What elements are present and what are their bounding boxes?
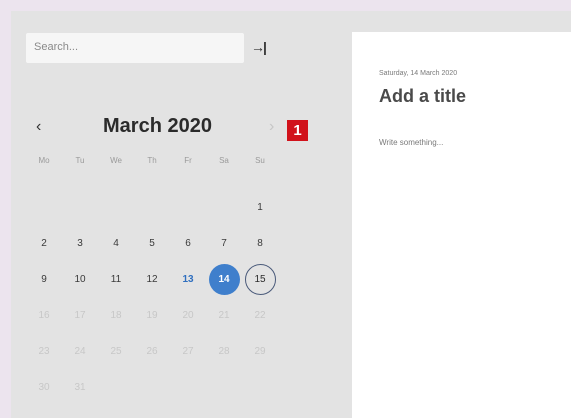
calendar-day-19[interactable]: 19 [134,297,170,333]
calendar-day-3[interactable]: 3 [62,225,98,261]
chevron-left-icon[interactable]: ‹ [36,118,41,136]
weekday-label: Tu [75,156,85,165]
calendar-empty-cell [170,189,206,225]
calendar-day-5[interactable]: 5 [134,225,170,261]
calendar-week-row: 23 24 25 26 27 28 29 [26,333,278,369]
calendar-day-14[interactable]: 14 [206,261,242,297]
month-navigation: ‹ March 2020 › [26,115,286,143]
calendar-empty-cell [134,189,170,225]
calendar-day-23[interactable]: 23 [26,333,62,369]
calendar-empty-cell [98,189,134,225]
calendar-day-7[interactable]: 7 [206,225,242,261]
calendar-day-24[interactable]: 24 [62,333,98,369]
note-body-input[interactable]: Write something... [379,138,443,147]
calendar-empty-cell [26,189,62,225]
weekday-header: Mo Tu We Th Fr Sa Su [26,156,278,165]
calendar-day-21[interactable]: 21 [206,297,242,333]
note-title-input[interactable]: Add a title [379,86,466,107]
weekday-label: Su [255,156,265,165]
calendar-day-13[interactable]: 13 [170,261,206,297]
weekday-label: Sa [219,156,229,165]
calendar-week-row: 1 [26,189,278,225]
weekday-label: Fr [184,156,192,165]
weekday-label: We [110,156,122,165]
calendar-day-18[interactable]: 18 [98,297,134,333]
calendar-empty-cell [134,369,170,405]
calendar-day-20[interactable]: 20 [170,297,206,333]
calendar-sidebar: Search... →| ‹ March 2020 › 1 Mo Tu We Th Fr… [11,11,352,418]
selected-day-marker: 14 [208,263,240,295]
calendar-day-29[interactable]: 29 [242,333,278,369]
outlined-day-marker: 15 [244,263,276,295]
calendar-day-8[interactable]: 8 [242,225,278,261]
calendar-day-2[interactable]: 2 [26,225,62,261]
month-title: March 2020 [103,115,212,137]
weekday-label: Th [147,156,157,165]
calendar-day-10[interactable]: 10 [62,261,98,297]
calendar-empty-cell [206,369,242,405]
calendar-day-25[interactable]: 25 [98,333,134,369]
calendar-day-12[interactable]: 12 [134,261,170,297]
calendar-day-27[interactable]: 27 [170,333,206,369]
calendar-day-15[interactable]: 15 [242,261,278,297]
annotation-badge: 1 [287,120,308,141]
calendar-week-row: 9 10 11 12 13 14 15 [26,261,278,297]
calendar-day-28[interactable]: 28 [206,333,242,369]
calendar-day-26[interactable]: 26 [134,333,170,369]
weekday-label: Mo [38,156,50,165]
chevron-right-icon[interactable]: › [269,118,274,136]
note-date: Saturday, 14 March 2020 [379,70,458,77]
calendar-grid: 1 2 3 4 5 6 7 8 9 10 11 12 13 14 15 16 17 18 19 20 21 22 23 24 2… [26,189,278,405]
calendar-empty-cell [62,189,98,225]
calendar-day-30[interactable]: 30 [26,369,62,405]
collapse-sidebar-icon[interactable]: →| [251,39,267,55]
calendar-day-16[interactable]: 16 [26,297,62,333]
calendar-week-row: 30 31 [26,369,278,405]
calendar-empty-cell [206,189,242,225]
calendar-week-row: 2345678 [26,225,278,261]
calendar-empty-cell [170,369,206,405]
calendar-day-17[interactable]: 17 [62,297,98,333]
calendar-empty-cell [242,369,278,405]
calendar-day-31[interactable]: 31 [62,369,98,405]
search-input[interactable]: Search... [26,33,244,63]
calendar-day-11[interactable]: 11 [98,261,134,297]
calendar-day-9[interactable]: 9 [26,261,62,297]
calendar-empty-cell [98,369,134,405]
calendar-day-6[interactable]: 6 [170,225,206,261]
calendar-day-22[interactable]: 22 [242,297,278,333]
calendar-day-1[interactable]: 1 [242,189,278,225]
calendar-week-row: 16 17 18 19 20 21 22 [26,297,278,333]
app-window: Search... →| ‹ March 2020 › 1 Mo Tu We Th Fr… [11,11,571,418]
calendar-day-4[interactable]: 4 [98,225,134,261]
note-panel: Saturday, 14 March 2020 Add a title Writ… [352,32,571,418]
